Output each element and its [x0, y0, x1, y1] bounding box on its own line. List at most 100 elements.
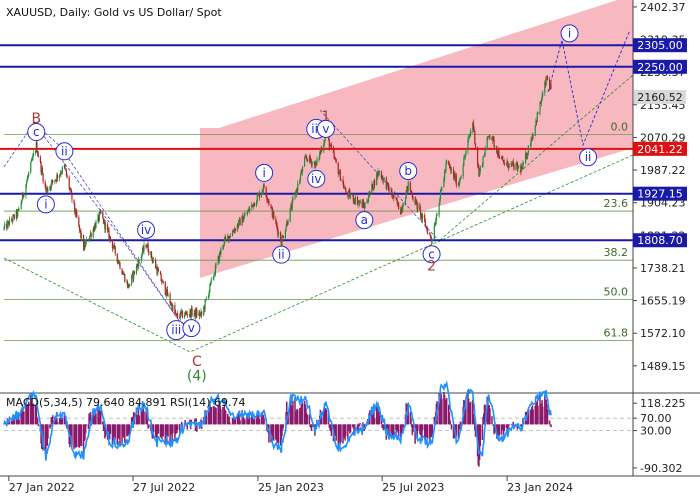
candle-body [12, 215, 14, 222]
wave-label: i [262, 166, 265, 180]
candle-body [196, 310, 198, 316]
candle-body [18, 208, 20, 210]
candle-body [306, 158, 308, 162]
candle-body [438, 204, 440, 216]
candle-body [28, 172, 30, 176]
oscillator-tick-label: 118.225 [640, 397, 686, 410]
candle-body [536, 113, 538, 123]
fib-label: 23.6 [604, 197, 629, 210]
candle-body [402, 205, 405, 207]
candle-body [225, 237, 227, 239]
price-tick-label: 1655.19 [640, 295, 686, 308]
candle-body [534, 125, 536, 136]
fib-label: 38.2 [604, 246, 629, 259]
level-tag-label: 2305.00 [637, 39, 683, 52]
candle-body [4, 223, 6, 228]
candle-body [124, 274, 126, 283]
candle-body [435, 215, 437, 222]
wave-label: ii [278, 248, 285, 262]
candle-body [128, 284, 131, 287]
wave-label: iv [141, 223, 151, 237]
candle-body [71, 192, 73, 200]
price-tick-label: 1738.21 [640, 262, 686, 275]
level-tag-label: 2041.22 [637, 143, 683, 156]
candle-body [402, 205, 404, 210]
candle-body [76, 211, 78, 218]
candle-body [340, 179, 342, 181]
chart-title: XAUUSD, Daily: Gold vs US Dollar/ Spot [6, 6, 222, 19]
candle-body [508, 163, 510, 168]
candle-body [546, 77, 549, 80]
last-price-label: 2160.52 [637, 91, 683, 104]
candle-body [455, 175, 457, 185]
candle-body [306, 156, 308, 159]
candle-body [542, 92, 544, 96]
candle-body [186, 314, 188, 316]
oscillator-tick-label: 70.00 [640, 412, 672, 425]
candle-body [273, 211, 275, 219]
candle-body [498, 157, 501, 159]
candle-body [244, 214, 246, 216]
candle-body [21, 200, 23, 203]
price-tick-label: 2402.37 [640, 1, 686, 14]
candle-body [201, 311, 203, 316]
candle-body [359, 200, 361, 203]
candle-body [153, 260, 155, 261]
candle-body [30, 162, 32, 173]
candle-body [329, 146, 331, 148]
candle-body [532, 134, 534, 136]
candle-body [47, 189, 49, 192]
wave-label: b [404, 164, 412, 178]
candle-body [412, 197, 414, 200]
candle-body [32, 153, 35, 156]
candle-body [369, 191, 371, 193]
candle-body [167, 294, 169, 296]
candle-body [299, 174, 302, 180]
candle-body [247, 211, 249, 214]
level-tag-label: 1808.70 [637, 234, 683, 247]
candle-body [301, 166, 304, 173]
level-tag-label: 2250.00 [637, 61, 683, 74]
candle-body [489, 136, 491, 137]
candle-body [131, 275, 133, 285]
candle-body [522, 162, 525, 164]
time-tick-label: 23 Jan 2024 [507, 481, 573, 494]
candle-body [162, 280, 164, 283]
candle-body [95, 221, 97, 229]
level-tag-label: 1927.15 [637, 188, 683, 201]
candle-body [172, 305, 174, 311]
wave-label: v [188, 321, 195, 335]
candle-body [143, 245, 145, 251]
candle-body [431, 238, 433, 242]
candle-body [243, 215, 245, 220]
candle-body [484, 149, 486, 156]
candle-body [17, 210, 19, 217]
candle-body [441, 187, 443, 190]
candle-body [281, 237, 283, 246]
candle-body [78, 224, 81, 230]
candle-body [68, 176, 70, 189]
candle-body [164, 282, 166, 295]
candle-body [339, 170, 341, 181]
candle-body [104, 224, 107, 230]
candle-body [239, 218, 241, 226]
candle-body [345, 188, 347, 193]
candle-body [311, 162, 313, 166]
indicator-header: MACD(5,34,5) 79.640 84.891 RSI(14) 69.74 [6, 396, 245, 409]
candle-body [550, 84, 552, 89]
chart-window: 0.0 23.6 38.2 50.0 61.8 Bc ii i iv iii v C (4) i ii 1 i… [0, 0, 700, 500]
candle-body [465, 150, 467, 156]
wave-label: (4) [187, 368, 207, 384]
time-tick-label: 27 Jan 2022 [9, 481, 75, 494]
candle-body [321, 148, 323, 151]
candle-body [191, 308, 193, 316]
fib-label: 50.0 [604, 285, 629, 298]
candle-body [148, 251, 150, 255]
candle-body [374, 180, 376, 186]
candle-body [364, 203, 366, 209]
candle-body [90, 233, 92, 237]
candle-body [23, 195, 25, 197]
price-chart[interactable]: 0.023.638.250.061.8 Bciiiiviii vC(4)iii1i… [0, 0, 700, 500]
time-tick-label: 25 Jan 2023 [258, 481, 324, 494]
candle-body [404, 198, 407, 206]
